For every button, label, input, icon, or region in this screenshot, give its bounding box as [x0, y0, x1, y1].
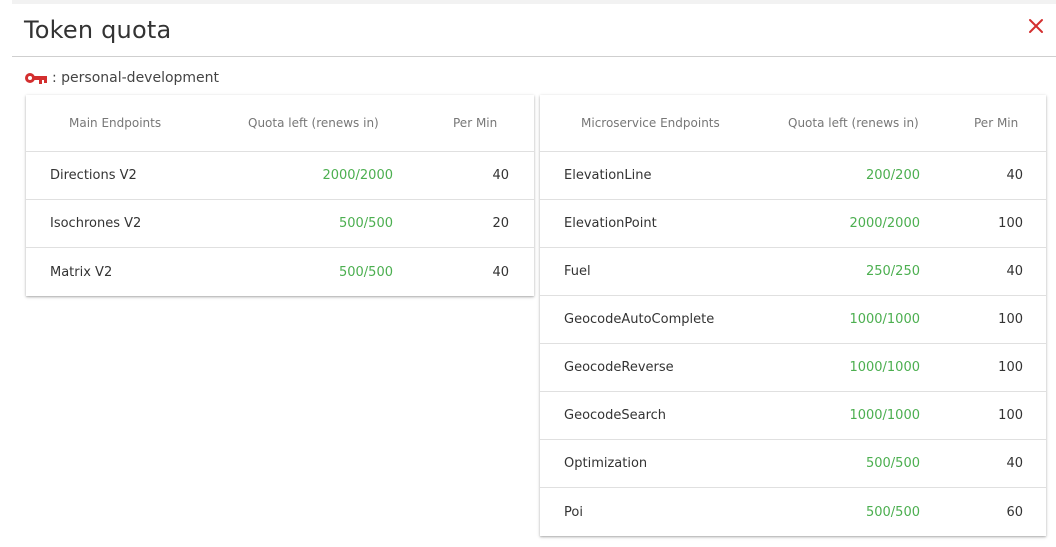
table-row: ElevationPoint 2000/2000 100 [540, 200, 1046, 248]
column-header-quota: Quota left (renews in) [248, 116, 379, 130]
table-row: Directions V2 2000/2000 40 [26, 152, 534, 200]
per-min-value: 100 [998, 360, 1023, 375]
endpoint-name: Isochrones V2 [50, 216, 142, 231]
per-min-value: 60 [1006, 504, 1023, 520]
table-row: GeocodeAutoComplete 1000/1000 100 [540, 296, 1046, 344]
token-name-row: : personal-development [24, 68, 219, 88]
close-icon [1029, 19, 1043, 33]
column-header-per-min: Per Min [453, 116, 498, 130]
per-min-value: 40 [1006, 168, 1023, 183]
endpoint-name: ElevationLine [564, 168, 652, 183]
dialog-header: Token quota [12, 4, 1056, 57]
endpoint-name: ElevationPoint [564, 216, 657, 231]
per-min-value: 40 [492, 168, 509, 183]
table-header: Main Endpoints Quota left (renews in) Pe… [26, 95, 534, 152]
table-row: Optimization 500/500 40 [540, 440, 1046, 488]
endpoint-name: Poi [564, 504, 583, 520]
quota-value: 1000/1000 [849, 312, 920, 327]
quota-value: 500/500 [865, 504, 920, 520]
per-min-value: 100 [998, 312, 1023, 327]
quota-value: 1000/1000 [849, 408, 920, 423]
microservice-endpoints-table: Microservice Endpoints Quota left (renew… [540, 95, 1046, 536]
quota-value: 500/500 [338, 264, 393, 280]
close-button[interactable] [1024, 14, 1048, 38]
dialog-title: Token quota [24, 16, 172, 44]
endpoint-name: GeocodeAutoComplete [564, 312, 715, 327]
endpoint-name: Optimization [564, 456, 648, 471]
quota-value: 2000/2000 [849, 216, 920, 231]
quota-value: 500/500 [338, 216, 393, 231]
quota-value: 250/250 [865, 264, 920, 279]
token-name-label: : personal-development [52, 70, 220, 86]
key-icon [24, 71, 48, 85]
column-header-per-min: Per Min [974, 116, 1019, 130]
table-row: GeocodeReverse 1000/1000 100 [540, 344, 1046, 392]
per-min-value: 100 [998, 408, 1023, 423]
per-min-value: 40 [492, 264, 509, 280]
column-header-endpoint: Microservice Endpoints [581, 116, 720, 130]
table-row: ElevationLine 200/200 40 [540, 152, 1046, 200]
column-header-endpoint: Main Endpoints [69, 116, 162, 130]
token-quota-dialog: Token quota : personal-development Main … [0, 0, 1056, 547]
per-min-value: 40 [1006, 456, 1023, 471]
endpoint-name: Fuel [564, 264, 591, 279]
column-header-quota: Quota left (renews in) [788, 116, 919, 130]
per-min-value: 100 [998, 216, 1023, 231]
quota-value: 2000/2000 [322, 168, 393, 183]
endpoint-name: GeocodeReverse [564, 360, 674, 375]
quota-value: 200/200 [865, 168, 920, 183]
table-row: GeocodeSearch 1000/1000 100 [540, 392, 1046, 440]
table-row: Fuel 250/250 40 [540, 248, 1046, 296]
table-header: Microservice Endpoints Quota left (renew… [540, 95, 1046, 152]
endpoint-name: Matrix V2 [50, 264, 113, 280]
table-row: Poi 500/500 60 [540, 488, 1046, 536]
endpoint-name: GeocodeSearch [564, 408, 667, 423]
main-endpoints-table: Main Endpoints Quota left (renews in) Pe… [26, 95, 534, 296]
per-min-value: 40 [1006, 264, 1023, 279]
per-min-value: 20 [492, 216, 509, 231]
quota-value: 500/500 [865, 456, 920, 471]
table-row: Isochrones V2 500/500 20 [26, 200, 534, 248]
table-row: Matrix V2 500/500 40 [26, 248, 534, 296]
quota-value: 1000/1000 [849, 360, 920, 375]
endpoint-name: Directions V2 [50, 168, 137, 183]
